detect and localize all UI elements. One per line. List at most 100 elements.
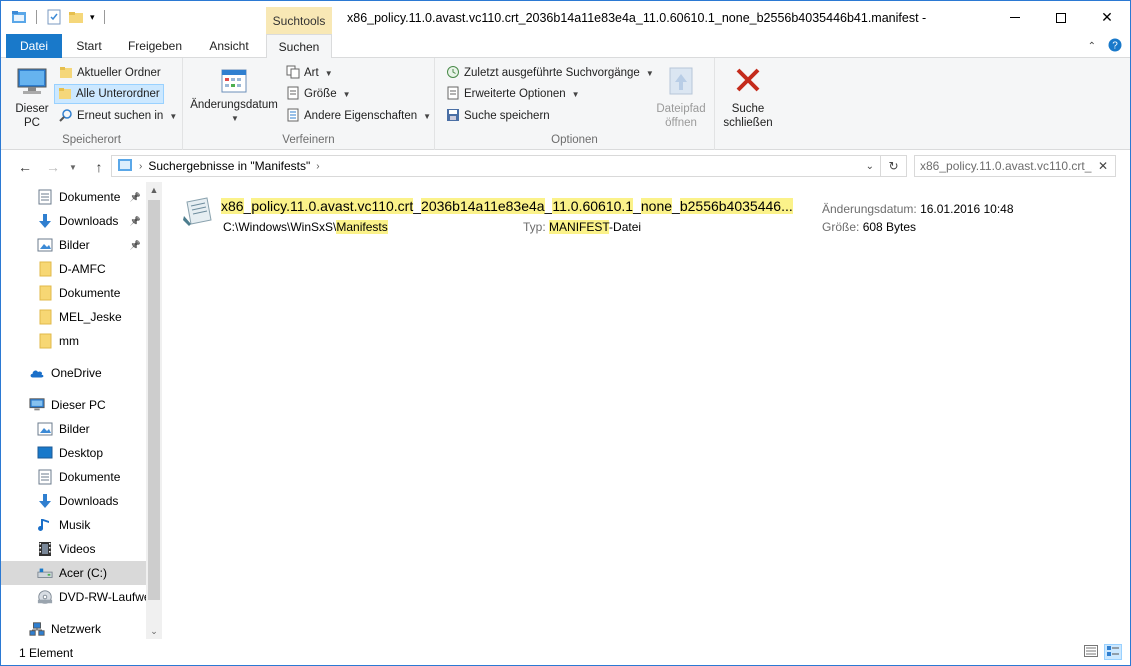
sidebar-item[interactable]: MEL_Jeske	[1, 305, 146, 329]
up-button[interactable]: ↑	[89, 158, 109, 176]
sidebar-item[interactable]: Acer (C:)	[1, 561, 146, 585]
forward-button[interactable]: →	[43, 158, 63, 176]
sidebar-item[interactable]: Bilder 📌	[1, 233, 146, 257]
tab-file[interactable]: Datei	[6, 34, 62, 58]
tab-start[interactable]: Start	[67, 34, 111, 58]
dvd-drive-icon	[37, 589, 53, 605]
name-highlight: x86	[221, 198, 244, 214]
properties-icon[interactable]	[46, 9, 62, 25]
name-separator: _	[633, 198, 641, 214]
sidebar-item[interactable]: DVD-RW-Laufwe	[1, 585, 146, 609]
save-search-button[interactable]: Suche speichern	[443, 106, 553, 126]
scroll-down-icon[interactable]: ⌄	[146, 623, 162, 639]
sidebar-item[interactable]: OneDrive	[1, 361, 146, 385]
sidebar-item[interactable]: Dokumente	[1, 281, 146, 305]
recent-locations-button[interactable]: ▼	[63, 158, 83, 176]
recent-searches-button[interactable]: Zuletzt ausgeführte Suchvorgänge ▼	[443, 63, 657, 83]
maximize-button[interactable]	[1038, 1, 1084, 34]
chevron-right-icon[interactable]: ›	[316, 161, 319, 172]
group-label: Speicherort	[62, 134, 121, 146]
scrollbar-thumb[interactable]	[148, 200, 160, 600]
result-name[interactable]: x86_policy.11.0.avast.vc110.crt_2036b14a…	[221, 198, 793, 214]
search-input[interactable]	[920, 159, 1092, 173]
sidebar-item[interactable]: Netzwerk	[1, 617, 146, 639]
advanced-options-icon	[446, 86, 460, 103]
name-highlight: policy.11.0.avast.vc110.crt	[251, 198, 414, 214]
sidebar-item[interactable]: Videos	[1, 537, 146, 561]
collapse-ribbon-icon[interactable]: ⌃	[1088, 41, 1096, 52]
tab-view[interactable]: Ansicht	[199, 34, 259, 58]
back-button[interactable]: ←	[15, 158, 35, 176]
address-bar[interactable]: › Suchergebnisse in "Manifests" › ⌄	[111, 155, 881, 177]
list-item[interactable]: x86_policy.11.0.avast.vc110.crt_2036b14a…	[181, 196, 1121, 236]
sidebar-item-label: DVD-RW-Laufwe	[59, 590, 146, 604]
sidebar-item[interactable]: Musik	[1, 513, 146, 537]
tab-share[interactable]: Freigeben	[121, 34, 189, 58]
sidebar-item[interactable]: Downloads	[1, 489, 146, 513]
scroll-up-icon[interactable]: ▲	[146, 182, 162, 198]
scrollbar[interactable]: ▲ ⌄	[146, 182, 162, 639]
sidebar-item-label: mm	[59, 334, 79, 348]
this-pc-button[interactable]: Dieser PC	[9, 66, 55, 130]
current-folder-button[interactable]: Aktueller Ordner	[56, 63, 164, 83]
sidebar-item[interactable]: D-AMFC	[1, 257, 146, 281]
chevron-down-icon: ▼	[69, 162, 77, 172]
sidebar-item[interactable]: Bilder	[1, 417, 146, 441]
refresh-button[interactable]: ↻	[881, 155, 907, 177]
chevron-right-icon[interactable]: ›	[139, 161, 142, 172]
chevron-down-icon: ▼	[342, 89, 351, 99]
close-button[interactable]: ✕	[1084, 1, 1130, 34]
search-box[interactable]: ✕	[914, 155, 1116, 177]
breadcrumb[interactable]: Suchergebnisse in "Manifests"	[148, 159, 310, 173]
properties-icon	[286, 108, 300, 125]
open-file-location-icon	[667, 66, 695, 102]
explorer-folder-icon[interactable]	[11, 9, 27, 25]
sidebar-item[interactable]: Downloads 📌	[1, 209, 146, 233]
pictures-icon	[37, 422, 53, 436]
tab-search[interactable]: Suchen	[266, 34, 332, 59]
sidebar-item-label: Downloads	[59, 214, 119, 228]
folder-icon	[37, 333, 53, 349]
name-highlight: none	[640, 198, 673, 214]
new-folder-icon[interactable]	[68, 9, 84, 25]
close-search-button[interactable]: Suche schließen	[719, 66, 777, 130]
svg-text:?: ?	[1112, 41, 1118, 52]
close-search-icon	[734, 66, 762, 102]
kind-button[interactable]: Art ▼	[283, 63, 336, 83]
sidebar-item[interactable]: Dieser PC	[1, 393, 146, 417]
details-view-button[interactable]	[1082, 644, 1100, 660]
separator	[103, 10, 105, 24]
arrow-left-icon: ←	[18, 159, 32, 175]
open-file-location-button[interactable]: Dateipfad öffnen	[647, 66, 715, 130]
this-pc-label: Dieser PC	[15, 103, 49, 129]
sidebar-item-label: Downloads	[59, 494, 119, 508]
advanced-options-button[interactable]: Erweiterte Optionen ▼	[443, 84, 583, 104]
chevron-down-icon[interactable]: ⌄	[866, 161, 874, 172]
drive-icon	[37, 567, 53, 579]
result-date: Änderungsdatum: 16.01.2016 10:48	[822, 202, 1014, 216]
other-properties-button[interactable]: Andere Eigenschaften ▼	[283, 106, 434, 126]
network-icon	[29, 621, 45, 637]
sidebar-item[interactable]: mm	[1, 329, 146, 353]
sidebar-item[interactable]: Dokumente	[1, 465, 146, 489]
sidebar-item-label: Desktop	[59, 446, 104, 460]
sidebar-item[interactable]: Desktop	[1, 441, 146, 465]
kind-label: Art	[304, 67, 319, 79]
ribbon-tabs: Datei Start Freigeben Ansicht Suchen ⌃ ?	[1, 34, 1130, 59]
sidebar-item-label: MEL_Jeske	[59, 310, 122, 324]
date-modified-button[interactable]: Änderungsdatum ▼	[189, 66, 279, 126]
all-subfolders-button[interactable]: Alle Unterordner	[54, 84, 164, 104]
content-view-button[interactable]	[1104, 644, 1122, 660]
other-properties-label: Andere Eigenschaften	[304, 110, 418, 122]
customize-qat-icon[interactable]: ▾	[90, 12, 95, 23]
all-subfolders-label: Alle Unterordner	[76, 88, 160, 100]
path-highlight: Manifests	[336, 220, 388, 234]
minimize-button[interactable]	[992, 1, 1038, 34]
clear-search-icon[interactable]: ✕	[1098, 159, 1108, 173]
search-again-in-button[interactable]: Erneut suchen in ▼	[56, 106, 180, 126]
sidebar-item[interactable]: Dokumente 📌	[1, 185, 146, 209]
help-icon[interactable]: ?	[1108, 38, 1122, 55]
size-button[interactable]: Größe ▼	[283, 84, 354, 104]
videos-icon	[37, 541, 53, 557]
manifest-file-icon	[181, 196, 215, 231]
